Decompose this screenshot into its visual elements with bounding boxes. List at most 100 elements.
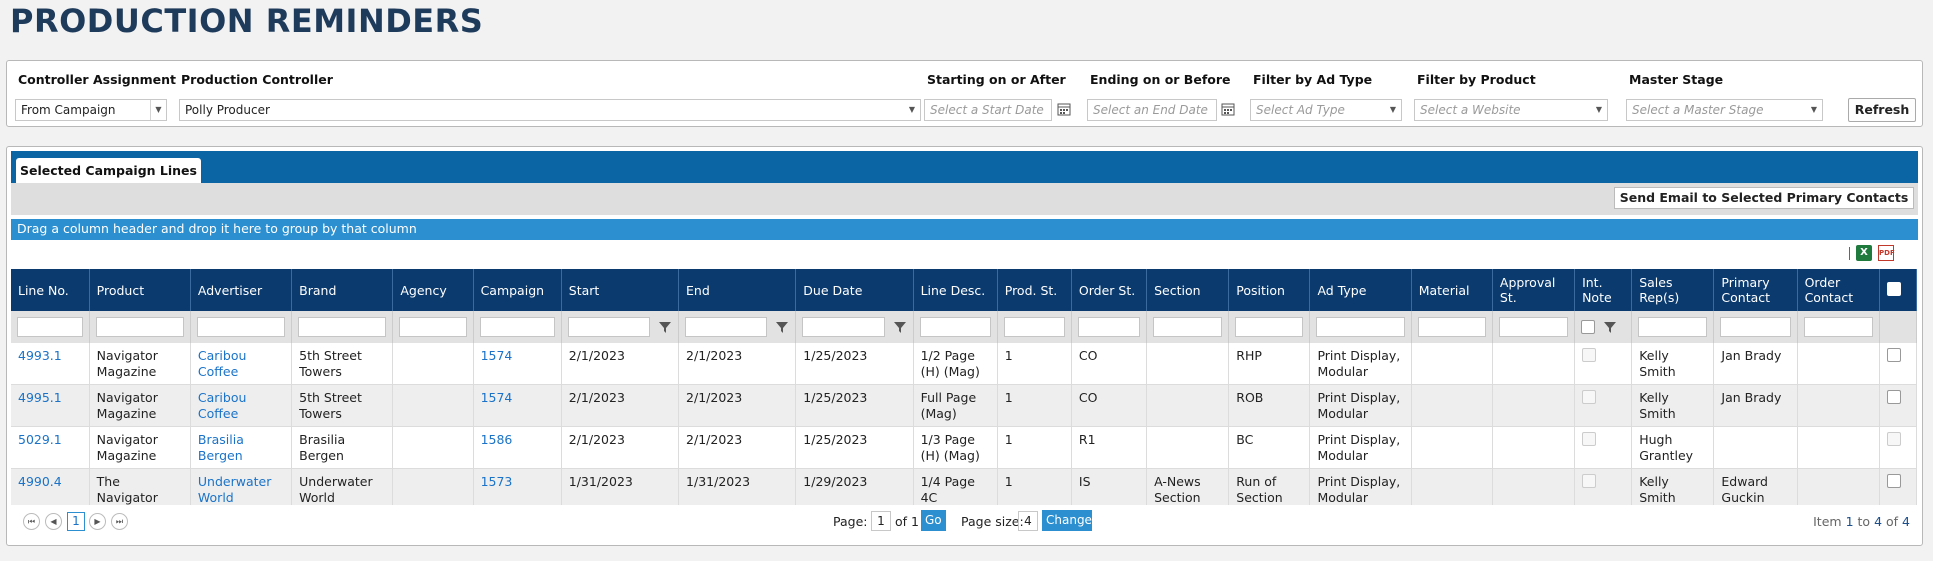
filter-icon[interactable]: [893, 320, 907, 334]
chevron-down-icon[interactable]: ▼: [1591, 100, 1607, 120]
column-header[interactable]: Order Contact: [1797, 269, 1880, 311]
column-filter-input[interactable]: [685, 317, 768, 337]
line-no-link[interactable]: 4995.1: [18, 390, 62, 405]
column-filter-input[interactable]: [298, 317, 387, 337]
column-header[interactable]: Ad Type: [1309, 269, 1412, 311]
tab-selected-campaign-lines[interactable]: Selected Campaign Lines: [16, 158, 201, 184]
filter-icon[interactable]: [1603, 320, 1617, 334]
column-header[interactable]: End: [678, 269, 797, 311]
prev-page-icon[interactable]: ◀: [45, 513, 62, 530]
column-filter-input[interactable]: [1498, 317, 1569, 337]
column-filter-input[interactable]: [567, 317, 651, 337]
chevron-down-icon[interactable]: ▼: [1806, 100, 1822, 120]
column-filter-input[interactable]: [802, 317, 885, 337]
page-input[interactable]: 1: [871, 511, 891, 531]
ad-type-select[interactable]: Select Ad Type ▼: [1250, 99, 1402, 121]
column-header[interactable]: Position: [1228, 269, 1311, 311]
row-select-checkbox[interactable]: [1886, 348, 1901, 362]
column-header[interactable]: Int. Note: [1574, 269, 1633, 311]
chevron-down-icon[interactable]: ▼: [150, 100, 166, 120]
column-filter-input[interactable]: [196, 317, 286, 337]
row-select-checkbox[interactable]: [1886, 390, 1901, 404]
line-no-link[interactable]: 4990.4: [18, 474, 62, 489]
select-all-checkbox[interactable]: [1886, 281, 1901, 296]
column-header[interactable]: Due Date: [795, 269, 914, 311]
campaign-link[interactable]: 1574: [481, 390, 513, 405]
change-button[interactable]: Change: [1042, 510, 1092, 531]
column-header[interactable]: Start: [561, 269, 680, 311]
column-filter-input[interactable]: [1077, 317, 1141, 337]
column-header[interactable]: Product: [89, 269, 191, 311]
master-stage-select[interactable]: Select a Master Stage ▼: [1626, 99, 1823, 121]
advertiser-link[interactable]: Caribou Coffee: [198, 390, 247, 421]
calendar-icon[interactable]: [1221, 102, 1235, 116]
advertiser-link[interactable]: Caribou Coffee: [198, 348, 247, 379]
int-note-filter-checkbox[interactable]: [1581, 320, 1596, 334]
column-filter-input[interactable]: [1720, 317, 1791, 337]
refresh-button[interactable]: Refresh: [1848, 98, 1916, 122]
column-filter-input[interactable]: [919, 317, 991, 337]
column-header[interactable]: Agency: [392, 269, 474, 311]
column-header[interactable]: Approval St.: [1492, 269, 1576, 311]
end-date-input[interactable]: Select an End Date: [1087, 99, 1217, 121]
column-filter-input[interactable]: [1235, 317, 1304, 337]
table-row[interactable]: 5029.1 Navigator Magazine Brasilia Berge…: [11, 426, 1918, 469]
controller-assignment-value: From Campaign: [21, 103, 116, 117]
column-filter-input[interactable]: [1803, 317, 1873, 337]
chevron-down-icon[interactable]: ▼: [1385, 100, 1401, 120]
column-filter-input[interactable]: [1417, 317, 1486, 337]
send-email-button[interactable]: Send Email to Selected Primary Contacts: [1614, 187, 1914, 209]
product-filter-select[interactable]: Select a Website ▼: [1414, 99, 1608, 121]
chevron-down-icon[interactable]: ▼: [904, 100, 920, 120]
go-button[interactable]: Go: [921, 510, 946, 531]
advertiser-link[interactable]: Brasilia Bergen: [198, 432, 244, 463]
column-header[interactable]: Campaign: [473, 269, 562, 311]
calendar-icon[interactable]: [1057, 102, 1071, 116]
pdf-icon[interactable]: PDF: [1878, 245, 1895, 261]
column-header[interactable]: Sales Rep(s): [1631, 269, 1715, 311]
column-filter-input[interactable]: [17, 317, 83, 337]
column-header[interactable]: Order St.: [1071, 269, 1148, 311]
page-number-button[interactable]: 1: [67, 512, 85, 531]
campaign-link[interactable]: 1586: [481, 432, 513, 447]
pager: ⏮ ◀ 1 ▶ ⏭ Page: 1 of 1 Go Page size: 4 C…: [11, 505, 1918, 539]
column-filter-input[interactable]: [1003, 317, 1065, 337]
column-header[interactable]: Material: [1411, 269, 1493, 311]
production-controller-select[interactable]: Polly Producer ▼: [179, 99, 921, 121]
filter-icon[interactable]: [775, 320, 789, 334]
filter-row: [11, 311, 1918, 343]
group-by-drop-zone[interactable]: Drag a column header and drop it here to…: [11, 219, 1918, 240]
controller-assignment-select[interactable]: From Campaign ▼: [15, 99, 167, 121]
advertiser-link[interactable]: Underwater World: [198, 474, 271, 505]
column-header[interactable]: Advertiser: [190, 269, 293, 311]
column-filter-input[interactable]: [1153, 317, 1223, 337]
next-page-icon[interactable]: ▶: [89, 513, 106, 530]
row-select-checkbox[interactable]: [1886, 474, 1901, 488]
first-page-icon[interactable]: ⏮: [23, 513, 40, 530]
filter-icon[interactable]: [658, 320, 672, 334]
table-row[interactable]: 4993.1 Navigator Magazine Caribou Coffee…: [11, 343, 1918, 385]
start-date-input[interactable]: Select a Start Date: [924, 99, 1052, 121]
column-header[interactable]: Line Desc.: [913, 269, 998, 311]
column-filter-input[interactable]: [1316, 317, 1405, 337]
column-header[interactable]: Section: [1146, 269, 1230, 311]
header-row: Line No. Product Advertiser Brand Agency…: [11, 269, 1918, 311]
column-header[interactable]: Prod. St.: [997, 269, 1072, 311]
page-size-input[interactable]: 4: [1018, 511, 1038, 531]
excel-icon[interactable]: X: [1856, 245, 1872, 261]
line-no-link[interactable]: 4993.1: [18, 348, 62, 363]
campaign-link[interactable]: 1573: [481, 474, 513, 489]
table-row[interactable]: 4995.1 Navigator Magazine Caribou Coffee…: [11, 384, 1918, 427]
column-header[interactable]: Brand: [291, 269, 394, 311]
column-header[interactable]: Primary Contact: [1713, 269, 1798, 311]
last-page-icon[interactable]: ⏭: [111, 513, 128, 530]
column-filter-input[interactable]: [95, 317, 184, 337]
column-header[interactable]: Line No.: [11, 269, 90, 311]
line-no-link[interactable]: 5029.1: [18, 432, 62, 447]
column-filter-input[interactable]: [479, 317, 555, 337]
approval-status-cell: [1492, 384, 1576, 427]
column-filter-input[interactable]: [399, 317, 467, 337]
campaign-link[interactable]: 1574: [481, 348, 513, 363]
column-filter-input[interactable]: [1638, 317, 1708, 337]
prod-status-cell: 1: [997, 384, 1072, 427]
